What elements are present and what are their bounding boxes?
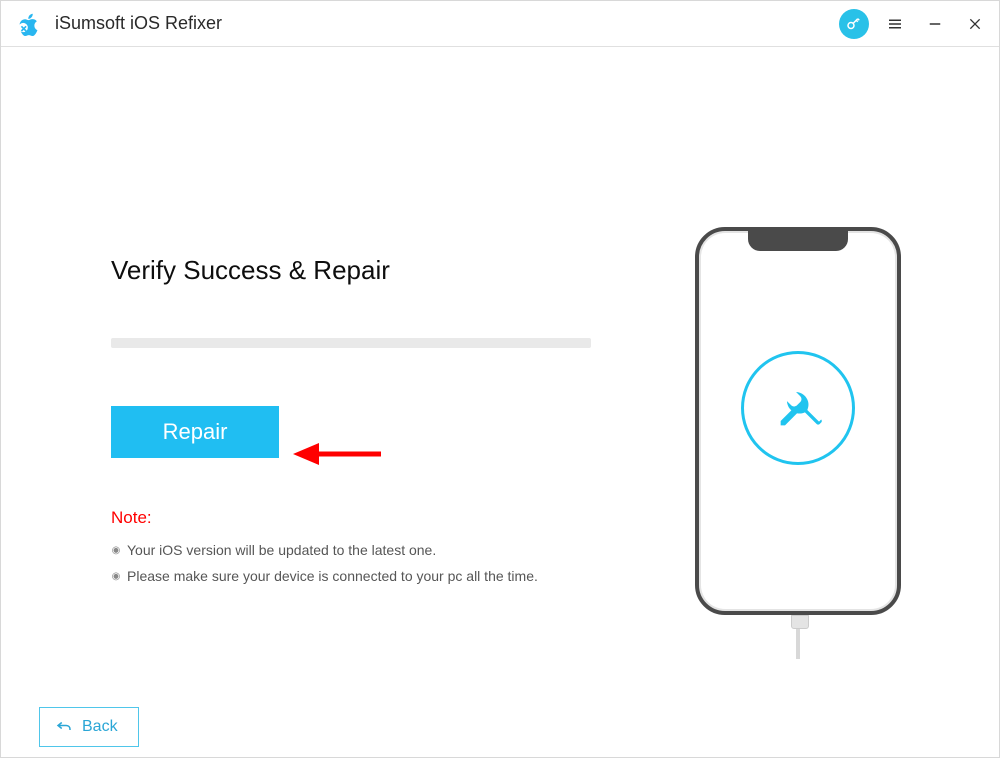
key-button[interactable] xyxy=(839,9,869,39)
menu-button[interactable] xyxy=(881,10,909,38)
tools-icon xyxy=(741,351,855,465)
app-logo-icon xyxy=(15,10,43,38)
titlebar: iSumsoft iOS Refixer xyxy=(1,1,999,47)
note-text-2: Please make sure your device is connecte… xyxy=(127,568,538,584)
repair-button[interactable]: Repair xyxy=(111,406,279,458)
phone-notch xyxy=(748,231,848,251)
phone-illustration xyxy=(695,227,901,659)
bullet-icon: ◉ xyxy=(111,545,121,555)
return-arrow-icon xyxy=(54,718,74,736)
phone-cable xyxy=(791,615,805,659)
progress-bar xyxy=(111,338,591,348)
footer: Back xyxy=(1,697,999,757)
phone-frame xyxy=(695,227,901,615)
note-line-2: ◉ Please make sure your device is connec… xyxy=(111,568,591,584)
note-label: Note: xyxy=(111,508,591,528)
page-heading: Verify Success & Repair xyxy=(111,255,591,286)
left-pane: Verify Success & Repair Repair Note: ◉ Y… xyxy=(111,255,591,594)
bullet-icon: ◉ xyxy=(111,571,121,581)
close-button[interactable] xyxy=(961,10,989,38)
content-area: Verify Success & Repair Repair Note: ◉ Y… xyxy=(1,47,999,697)
minimize-button[interactable] xyxy=(921,10,949,38)
back-button-label: Back xyxy=(82,718,118,736)
back-button[interactable]: Back xyxy=(39,707,139,747)
app-title: iSumsoft iOS Refixer xyxy=(55,13,222,34)
repair-button-label: Repair xyxy=(163,419,228,445)
note-line-1: ◉ Your iOS version will be updated to th… xyxy=(111,542,591,558)
note-text-1: Your iOS version will be updated to the … xyxy=(127,542,436,558)
app-window: iSumsoft iOS Refixer Verify Success xyxy=(0,0,1000,758)
